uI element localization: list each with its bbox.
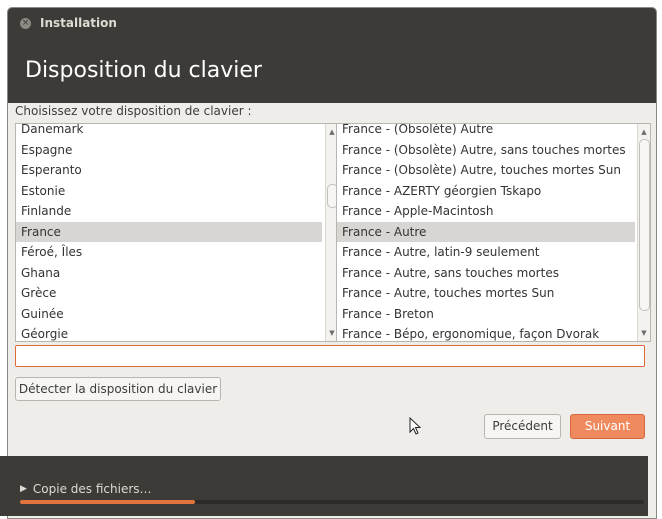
layout-list-item[interactable]: Danemark [16,124,322,140]
layout-list-rows: Danemark Espagne Esperanto Estonie Finlande F… [16,124,322,341]
layout-list-item[interactable]: Grèce [16,283,322,304]
variant-list-item[interactable]: France - Bépo, ergonomique, façon Dvorak [337,324,635,341]
layout-list-item[interactable]: Féroé, Îles [16,242,322,263]
next-button[interactable]: Suivant [570,414,645,439]
variant-list-item[interactable]: France - Autre, latin-9 seulement [337,242,635,263]
layout-list-item[interactable]: Géorgie [16,324,322,341]
variant-list-scrollbar[interactable]: ▲ ▼ [637,124,650,341]
scroll-down-icon[interactable]: ▼ [639,328,649,338]
page-header: Disposition du clavier [8,38,656,103]
variant-list-item[interactable]: France - (Obsolète) Autre, sans touches … [337,140,635,161]
progress-bar [20,500,644,504]
progress-panel: ▶ Copie des fichiers… [0,456,648,516]
layout-list[interactable]: Danemark Espagne Esperanto Estonie Finlande F… [15,123,339,342]
variant-list-item[interactable]: France - Autre, sans touches mortes [337,263,635,284]
detect-layout-button[interactable]: Détecter la disposition du clavier [15,377,221,401]
layout-list-item[interactable]: Esperanto [16,160,322,181]
progress-bar-fill [20,500,195,504]
scroll-up-icon[interactable]: ▲ [639,127,649,137]
variant-list[interactable]: France - (Obsolète) Autre France - (Obsol… [336,123,651,342]
layout-list-item[interactable]: Guinée [16,304,322,325]
variant-list-item[interactable]: France - Autre [337,221,635,242]
variant-list-item[interactable]: France - Apple-Macintosh [337,201,635,222]
progress-expander[interactable]: ▶ Copie des fichiers… [20,482,152,496]
expander-arrow-icon[interactable]: ▶ [20,484,27,494]
layout-list-item[interactable]: Ghana [16,263,322,284]
variant-list-rows: France - (Obsolète) Autre France - (Obsol… [337,124,635,341]
layout-list-item[interactable]: Espagne [16,140,322,161]
title-bar: × Installation [8,8,656,38]
progress-label: Copie des fichiers… [32,482,152,496]
page-title: Disposition du clavier [25,58,262,83]
variant-list-item[interactable]: France - (Obsolète) Autre, touches morte… [337,160,635,181]
variant-list-scroll-thumb[interactable] [639,139,650,311]
previous-button[interactable]: Précédent [484,414,561,439]
keyboard-test-input[interactable] [15,345,645,367]
variant-list-item[interactable]: France - Breton [337,304,635,325]
variant-list-item[interactable]: France - AZERTY géorgien Tskapo [337,181,635,202]
mouse-pointer-icon [409,417,422,435]
layout-list-item[interactable]: Finlande [16,201,322,222]
layout-list-item[interactable]: Estonie [16,181,322,202]
variant-list-item[interactable]: France - Autre, touches mortes Sun [337,283,635,304]
window-title: Installation [40,16,117,30]
variant-list-item[interactable]: France - (Obsolète) Autre [337,124,635,140]
layout-prompt-label: Choisissez votre disposition de clavier … [15,104,252,118]
close-icon[interactable]: × [20,17,31,29]
layout-list-item[interactable]: France [16,221,322,242]
